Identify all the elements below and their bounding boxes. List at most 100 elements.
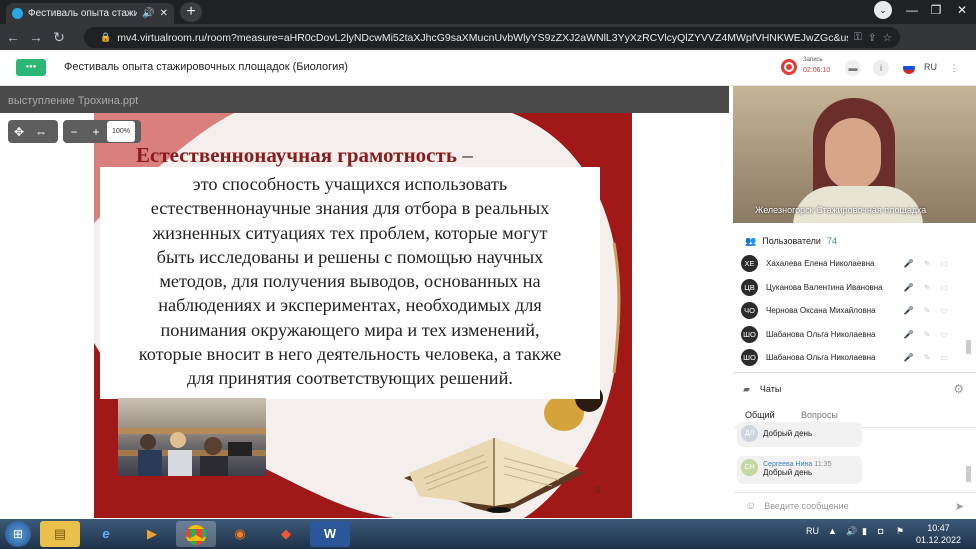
more-icon[interactable]: ⋮ xyxy=(946,60,962,76)
lock-icon[interactable]: 🔒 xyxy=(100,32,111,43)
slide: Естественнонаучная грамотность – это спо… xyxy=(94,113,632,518)
url-bar[interactable]: 🔒 mv4.virtualroom.ru/room?measure=aHR0cD… xyxy=(84,27,900,48)
russia-flag-icon[interactable] xyxy=(903,62,915,74)
speaker-face xyxy=(825,118,881,190)
start-button[interactable]: ⊞ xyxy=(5,521,31,547)
zoom-in-button[interactable]: + xyxy=(85,125,107,139)
user-name: Хахалева Елена Николаевна xyxy=(766,259,875,269)
slide-text-box: это способность учащихся использовать ес… xyxy=(100,167,600,399)
list-item[interactable]: ШО Шабанова Ольга Николаевна 🎤✎▭ xyxy=(733,346,976,370)
user-status-icons: 🎤✎▭ xyxy=(903,329,958,339)
close-window-button[interactable]: ✕ xyxy=(950,3,974,17)
kaspersky-icon[interactable]: ◘ xyxy=(878,526,883,536)
address-toolbar: ← → ↻ 🔒 mv4.virtualroom.ru/room?measure=… xyxy=(0,24,976,68)
windows-taskbar: ⊞ ▤ e ▶ ◉ ◆ W RU ▲ 🔊 ▮ ◘ ⚑ 10:47 01.12.2… xyxy=(0,519,976,549)
users-header[interactable]: 👥 Пользователи 74 xyxy=(733,230,976,252)
word-icon[interactable]: W xyxy=(310,521,350,547)
tab-search-icon[interactable]: ⌄ xyxy=(874,1,892,19)
slide-line: быть исследованы и решены с помощью науч… xyxy=(156,246,544,267)
flag-icon[interactable]: ⚑ xyxy=(896,526,904,537)
slide-line: естественнонаучные знания для отбора в р… xyxy=(150,198,550,219)
clock-date: 01.12.2022 xyxy=(916,535,962,545)
zoom-out-button[interactable]: − xyxy=(63,125,85,139)
users-scrollbar[interactable] xyxy=(966,340,971,354)
network-icon[interactable]: ▮ xyxy=(862,526,867,537)
slide-title: Естественнонаучная грамотность – xyxy=(136,143,473,168)
video-participant-name: Железногорск Стажировочная площадка xyxy=(755,205,927,215)
users-icon: 👥 xyxy=(745,235,757,246)
chat-author: Сергеева Нина xyxy=(763,461,813,468)
chat-message[interactable]: СН Сергеева Нина 11:35 Добрый день xyxy=(737,456,862,484)
chrome-icon[interactable] xyxy=(176,521,216,547)
close-tab-icon[interactable]: ✕ xyxy=(160,8,168,19)
zoom-controls: − + 100% xyxy=(63,120,141,143)
classroom-photo xyxy=(118,398,266,476)
avatar: ЦВ xyxy=(741,278,758,296)
panel-divider[interactable] xyxy=(733,372,976,373)
folder-icon[interactable]: ▬ xyxy=(845,60,861,76)
open-book-image xyxy=(404,438,584,513)
user-name: Цуканова Валентина Ивановна xyxy=(766,282,883,292)
list-item[interactable]: ЦВ Цуканова Валентина Ивановна 🎤✎▭ xyxy=(733,276,976,300)
record-time: 02:06:10 xyxy=(803,67,831,74)
message-input[interactable]: Введите сообщение xyxy=(764,501,848,511)
slide-line: методов, для получения выводов, основанн… xyxy=(159,271,541,292)
slide-line: понимания окружающего мира и тех изменен… xyxy=(160,319,540,340)
explorer-icon[interactable]: ▤ xyxy=(40,521,80,547)
slide-line: которые вносит в него деятельность челов… xyxy=(138,344,562,365)
speaker-video[interactable]: Железногорск Стажировочная площадка xyxy=(733,86,976,223)
chat-message[interactable]: ДЛ Добрый день xyxy=(737,422,862,447)
minimize-button[interactable]: — xyxy=(900,3,924,17)
users-list: ХЕ Хахалева Елена Николаевна 🎤✎▭ ЦВ Цука… xyxy=(733,252,976,370)
bookmark-star-icon[interactable]: ☆ xyxy=(883,32,892,44)
maximize-button[interactable]: ❐ xyxy=(924,3,948,17)
info-icon[interactable]: i xyxy=(873,60,889,76)
language-indicator[interactable]: RU xyxy=(806,526,819,536)
zoom-level[interactable]: 100% xyxy=(107,121,135,142)
slide-line: это способность учащихся использовать xyxy=(192,174,508,194)
user-name: Шабанова Ольга Николаевна xyxy=(766,353,876,363)
forward-icon[interactable]: → xyxy=(26,29,46,45)
send-icon[interactable]: ➤ xyxy=(955,500,964,513)
tab-title: Фестиваль опыта стажиров xyxy=(28,8,138,19)
tab-questions[interactable]: Вопросы xyxy=(801,410,838,420)
avatar: ДЛ xyxy=(741,425,758,442)
user-name: Чернова Оксана Михайловна xyxy=(766,306,876,316)
slide-line: наблюдениях и экспериментах, необходимых… xyxy=(158,295,542,316)
pan-controls: ✥ ⇔ xyxy=(8,120,58,143)
media-player-icon[interactable]: ▶ xyxy=(132,521,172,547)
language-selector[interactable]: RU xyxy=(924,62,937,72)
list-item[interactable]: ХЕ Хахалева Елена Николаевна 🎤✎▭ xyxy=(733,252,976,276)
new-tab-button[interactable]: + xyxy=(180,2,202,22)
back-icon[interactable]: ← xyxy=(3,29,23,45)
emoji-icon[interactable]: ☺ xyxy=(745,500,756,512)
classroom-photo-image xyxy=(118,428,266,476)
list-item[interactable]: ШО Шабанова Ольга Николаевна 🎤✎▭ xyxy=(733,323,976,347)
system-clock[interactable]: 10:47 01.12.2022 xyxy=(916,522,961,546)
audio-icon[interactable]: 🔊 xyxy=(142,8,154,19)
presentation-panel: выступление Трохина.ppt Естественнонаучн… xyxy=(0,86,729,518)
document-title: выступление Трохина.ppt xyxy=(8,95,139,107)
reload-icon[interactable]: ↻ xyxy=(49,29,69,46)
browser-tab[interactable]: Фестиваль опыта стажиров 🔊 ✕ xyxy=(6,3,174,24)
record-icon[interactable] xyxy=(781,59,797,75)
chat-scrollbar[interactable] xyxy=(966,466,971,482)
user-status-icons: 🎤✎▭ xyxy=(903,282,958,292)
slide-page-number: 5 xyxy=(595,485,600,495)
internet-explorer-icon[interactable]: e xyxy=(86,521,126,547)
key-icon[interactable]: ⚿ xyxy=(854,31,862,44)
slide-viewport: Естественнонаучная грамотность – это спо… xyxy=(0,113,729,518)
move-icon[interactable]: ✥ xyxy=(8,125,30,139)
chat-settings-icon[interactable]: ⚙ xyxy=(953,382,964,396)
app-logo[interactable]: ●●● xyxy=(16,59,46,76)
share-icon[interactable]: ⇪ xyxy=(868,32,877,44)
show-hidden-icons[interactable]: ▲ xyxy=(828,526,837,536)
slide-line: для принятия соответствующих решений. xyxy=(187,368,513,389)
list-item[interactable]: ЧО Чернова Оксана Михайловна 🎤✎▭ xyxy=(733,299,976,323)
brave-icon[interactable]: ◆ xyxy=(266,521,306,547)
firefox-icon[interactable]: ◉ xyxy=(220,521,260,547)
volume-icon[interactable]: 🔊 xyxy=(846,526,857,537)
chats-header[interactable]: ▰ Чаты ⚙ xyxy=(733,378,976,400)
user-status-icons: 🎤✎▭ xyxy=(903,306,958,316)
fit-width-icon[interactable]: ⇔ xyxy=(30,125,52,139)
